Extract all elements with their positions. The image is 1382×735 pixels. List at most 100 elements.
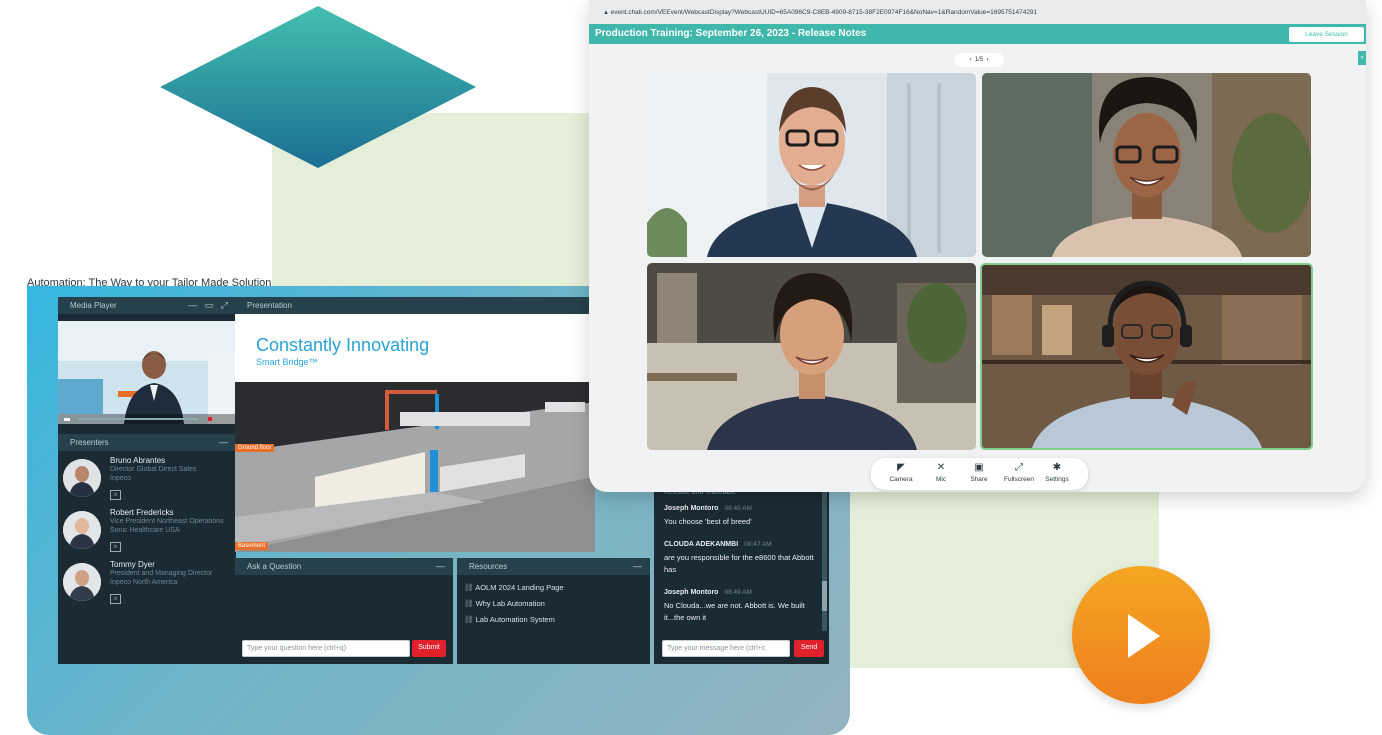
presenter-title: Director Global Direct Sales [110,466,197,473]
ask-question-title: Ask a Question [247,562,302,571]
resource-link[interactable]: ⛓ Lab Automation System [464,612,564,628]
slide-subtitle: Smart Bridge™ [256,357,318,367]
diamond-shape [160,6,476,168]
presenter-company: Inpeco North America [110,579,178,586]
avatar [63,511,101,549]
participant-video [982,73,1311,257]
chat-text: are you responsible for the e8600 that A… [664,553,814,574]
settings-button[interactable]: ✱ Settings [1037,462,1077,488]
window-icon[interactable]: ▭ [205,300,214,310]
chat-message: Joseph Montoro 08:49 AM No Clouda...we ar… [664,589,814,624]
presenters-title: Presenters [70,438,109,447]
link-icon: ⛓ [464,599,476,608]
video-session-window: ▲ event.chali.com/VEEvent/WebcastDisplay… [589,0,1366,492]
presenter-name: Bruno Abrantes [110,456,166,465]
question-input[interactable]: Type your question here (ctrl+q) [242,640,410,657]
media-player-title: Media Player [70,301,117,310]
presenter-company: Sonic Healthcare USA [110,527,180,534]
presenter-title: President and Managing Director [110,570,213,577]
participant-video-tile[interactable] [647,263,976,450]
participant-video-tile[interactable] [647,73,976,257]
presenter-title: Vice President Northeast Operations [110,518,224,525]
fullscreen-icon: ⤢ [1015,462,1023,473]
expand-icon[interactable]: ⤢ [221,300,228,310]
chat-message-input[interactable]: Type your message here (ctrl+c [662,640,790,657]
minimize-icon[interactable]: — [188,300,197,310]
address-bar[interactable]: ▲ event.chali.com/VEEvent/WebcastDisplay… [589,0,1366,24]
floor-label: Basement [235,542,269,550]
presenters-panel: Presenters — Bruno Abrantes Director Glo… [58,434,236,664]
chat-author: CLOUDA ADEKANMBI [664,541,739,548]
session-title-bar: Production Training: September 26, 2023 … [589,24,1366,44]
presentation-title: Presentation [247,301,292,310]
lock-icon: ▲ [603,10,611,16]
presenter-name: Tommy Dyer [110,560,155,569]
participant-video-tile[interactable] [982,73,1311,257]
collapse-icon[interactable]: — [633,558,642,575]
participant-video [982,265,1311,448]
avatar [63,459,101,497]
collapse-icon[interactable]: — [219,434,228,451]
leave-session-button[interactable]: Leave Session [1289,27,1364,42]
link-icon: ⛓ [464,583,476,592]
chat-time: 08:49 AM [724,589,752,596]
share-screen-icon: ▣ [974,462,984,473]
camera-button[interactable]: ◤ Camera [881,462,921,488]
resources-header: Resources — [457,558,650,575]
participant-video [647,73,976,257]
chat-text: No Clouda...we are not. Abbott is. We bu… [664,601,805,622]
media-player-header: Media Player — ▭ ⤢ [58,297,236,314]
presenter-item: Robert Fredericks Vice President Northea… [58,508,236,560]
chat-message: Joseph Montoro 08:45 AM You choose 'best … [664,505,814,528]
chevron-left-icon[interactable]: ‹ [969,57,971,63]
presenter-item: Bruno Abrantes Director Global Direct Sa… [58,456,236,508]
media-player-video[interactable] [58,321,236,424]
side-panel-toggle[interactable]: » [1358,51,1366,65]
presenter-name: Robert Fredericks [110,508,174,517]
presentation-panel: Presentation Constantly Innovating Smart… [235,297,595,552]
play-icon [1128,614,1160,658]
submit-button[interactable]: Submit [412,640,446,657]
chat-message: CLOUDA ADEKANMBI 08:47 AM are you respons… [664,541,814,576]
mic-off-icon: ✕ [936,462,946,473]
chevron-right-icon[interactable]: › [987,57,989,63]
url-text: event.chali.com/VEEvent/WebcastDisplay?W… [610,9,1038,16]
camera-off-icon: ◤ [897,462,905,473]
media-player-panel: Media Player — ▭ ⤢ [58,297,236,435]
presenters-header: Presenters — [58,434,236,451]
mic-button[interactable]: ✕ Mic [921,462,961,488]
linkedin-icon[interactable]: in [110,490,121,500]
link-icon: ⛓ [464,615,476,624]
linkedin-icon[interactable]: in [110,542,121,552]
resource-link[interactable]: ⛓ AOLM 2024 Landing Page [464,580,564,596]
slide-title: Constantly Innovating [256,335,430,355]
media-player-controls[interactable]: — ▭ ⤢ [188,297,228,314]
pager: ‹ 1/5 › [954,53,1004,67]
send-button[interactable]: Send [794,640,824,657]
chat-scrollbar[interactable] [822,481,827,631]
chat-text: You choose 'best of breed' [664,517,752,526]
avatar [63,563,101,601]
gear-icon: ✱ [1052,462,1062,473]
resource-link[interactable]: ⛓ Why Lab Automation [464,596,564,612]
resources-title: Resources [469,562,508,571]
share-button[interactable]: ▣ Share [959,462,999,488]
play-button[interactable] [1072,566,1210,704]
ask-question-panel: Ask a Question — Type your question here… [235,558,453,664]
participant-video-tile[interactable] [980,263,1313,450]
chat-panel: Release and Traceable Joseph Montoro 08:4… [654,481,829,664]
collapse-icon[interactable]: — [436,558,445,575]
linkedin-icon[interactable]: in [110,594,121,604]
resources-panel: Resources — ⛓ AOLM 2024 Landing Page ⛓ W… [457,558,650,664]
participant-video [647,263,976,450]
fullscreen-button[interactable]: ⤢ Fullscreen [999,462,1039,488]
chat-author: Joseph Montoro [664,505,719,512]
page-indicator: 1/5 [974,57,984,63]
floor-label: Ground floor [235,444,275,452]
presenter-item: Tommy Dyer President and Managing Direct… [58,560,236,612]
presenter-company: Inpeco [110,475,132,482]
slide-3d-render [235,382,595,552]
presentation-header: Presentation [235,297,595,314]
ask-question-header: Ask a Question — [235,558,453,575]
chat-time: 08:45 AM [724,505,752,512]
